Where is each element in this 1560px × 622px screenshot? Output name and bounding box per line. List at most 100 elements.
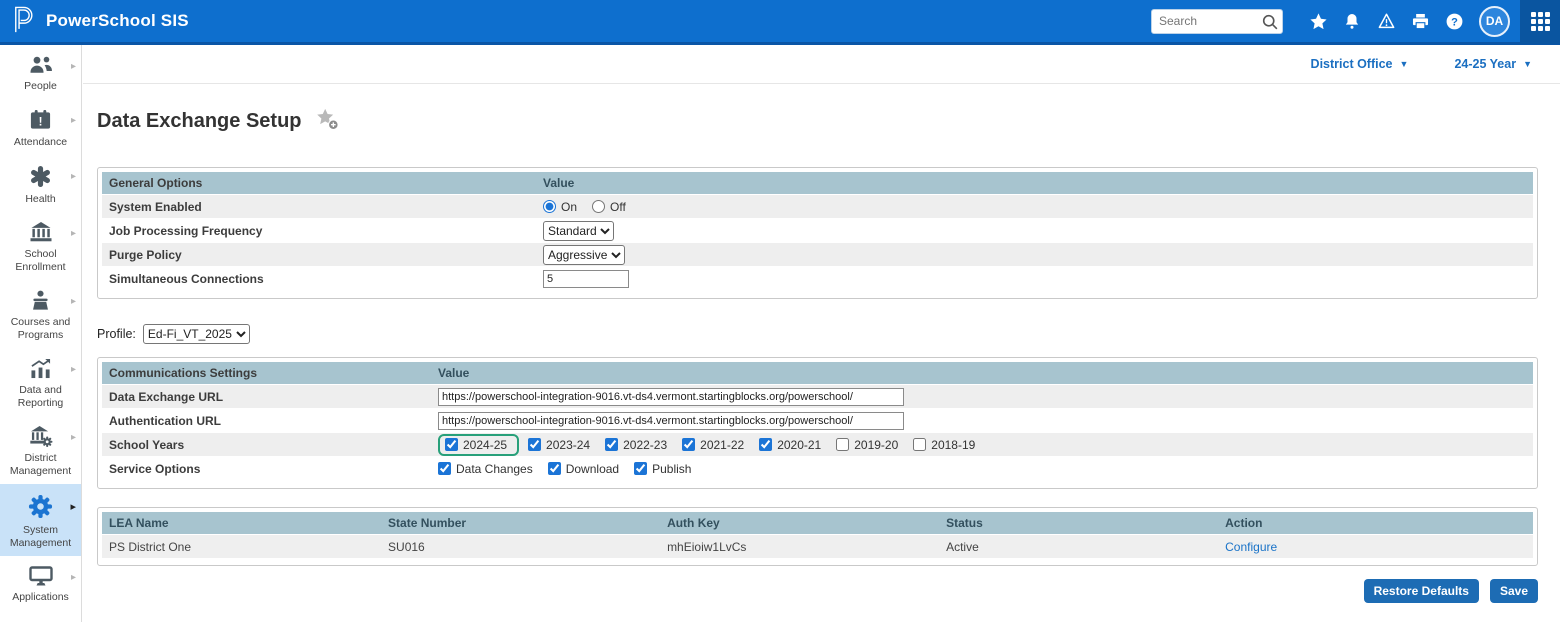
system-enabled-on-radio[interactable] [543,200,556,213]
general-options-table: General Options Value System Enabled On … [97,167,1538,299]
app-switcher-grid-icon[interactable] [1520,0,1560,44]
column-header: General Options [102,176,543,190]
chevron-right-icon: ▸ [71,115,76,126]
print-icon[interactable] [1403,0,1437,42]
favorites-star-icon[interactable] [1301,0,1335,42]
add-to-favorites-star-icon[interactable] [315,107,340,136]
service-option-publish-checkbox[interactable] [634,462,647,475]
table-row-school-years: School Years 2024-25 2023-24 2022-23 202… [102,433,1533,457]
alerts-warning-icon[interactable] [1369,0,1403,42]
column-header: Status [939,516,1218,530]
context-bar: District Office ▼ 24-25 Year ▼ [83,45,1560,84]
lectern-icon [0,290,81,311]
job-processing-frequency-select[interactable]: Standard [543,221,614,241]
table-row-purge-policy: Purge Policy Aggressive [102,243,1533,267]
search-box [1151,9,1283,34]
table-row: PS District One SU016 mhEioiw1LvCs Activ… [102,535,1533,558]
powerschool-logo-icon [10,3,38,40]
main-content: Data Exchange Setup General Options Valu… [83,84,1560,622]
sidebar-item-health[interactable]: Health ▸ [0,155,81,212]
search-icon[interactable] [1261,13,1279,36]
profile-label: Profile: [97,327,136,341]
school-year-2019-20-checkbox[interactable] [836,438,849,451]
svg-text:?: ? [1451,16,1458,28]
sidebar-item-school-enrollment[interactable]: School Enrollment ▸ [0,212,81,280]
column-header: LEA Name [102,516,381,530]
column-header: Value [543,176,1533,190]
communications-settings-table: Communications Settings Value Data Excha… [97,357,1538,489]
school-year-2020-21-checkbox[interactable] [759,438,772,451]
svg-text:!: ! [39,116,43,128]
chevron-right-icon: ▸ [70,500,76,513]
table-row-authentication-url: Authentication URL [102,409,1533,433]
chevron-right-icon: ▸ [71,432,76,443]
table-row-system-enabled: System Enabled On Off [102,195,1533,219]
school-year-2024-25-checkbox[interactable] [445,438,458,451]
health-icon [0,165,81,188]
school-building-icon [0,222,81,243]
configure-link[interactable]: Configure [1225,540,1277,554]
service-option-download-checkbox[interactable] [548,462,561,475]
status-cell: Active [939,540,1218,554]
school-year-option-highlighted: 2024-25 [438,434,519,456]
sidebar-item-courses-and-programs[interactable]: Courses and Programs ▸ [0,280,81,348]
state-number-cell: SU016 [381,540,660,554]
district-building-gear-icon [0,426,81,447]
service-option-data-changes-checkbox[interactable] [438,462,451,475]
brand-title: PowerSchool SIS [46,11,189,31]
top-navbar: PowerSchool SIS ? DA [0,0,1560,45]
simultaneous-connections-input[interactable] [543,270,629,288]
table-row-simultaneous-connections: Simultaneous Connections [102,267,1533,291]
chevron-down-icon: ▼ [1523,59,1532,69]
school-year-2021-22-checkbox[interactable] [682,438,695,451]
table-row-job-processing-frequency: Job Processing Frequency Standard [102,219,1533,243]
chevron-down-icon: ▼ [1400,59,1409,69]
lea-table: LEA Name State Number Auth Key Status Ac… [97,507,1538,566]
chevron-right-icon: ▸ [71,228,76,239]
column-header: Auth Key [660,516,939,530]
chevron-right-icon: ▸ [71,296,76,307]
chevron-right-icon: ▸ [71,572,76,583]
table-row-data-exchange-url: Data Exchange URL [102,385,1533,409]
sidebar-item-people[interactable]: People ▸ [0,45,81,99]
footer-actions: Restore Defaults Save [97,579,1538,603]
table-header-row: Communications Settings Value [102,362,1533,385]
system-enabled-off-radio[interactable] [592,200,605,213]
purge-policy-select[interactable]: Aggressive [543,245,625,265]
column-header: State Number [381,516,660,530]
notifications-bell-icon[interactable] [1335,0,1369,42]
profile-row: Profile: Ed-Fi_VT_2025 [97,324,1538,344]
help-icon[interactable]: ? [1437,0,1471,42]
year-selector[interactable]: 24-25 Year ▼ [1454,57,1532,71]
school-year-2022-23-checkbox[interactable] [605,438,618,451]
restore-defaults-button[interactable]: Restore Defaults [1364,579,1479,603]
lea-name-cell: PS District One [102,540,381,554]
profile-select[interactable]: Ed-Fi_VT_2025 [143,324,250,344]
sidebar-item-district-management[interactable]: District Management ▸ [0,416,81,484]
sidebar-item-attendance[interactable]: ! Attendance ▸ [0,99,81,155]
bar-chart-icon [0,358,81,379]
chevron-right-icon: ▸ [71,171,76,182]
sidebar-item-applications[interactable]: Applications ▸ [0,556,81,610]
column-header: Communications Settings [102,366,438,380]
attendance-icon: ! [0,109,81,131]
school-selector[interactable]: District Office ▼ [1311,57,1409,71]
sidebar-item-system-management[interactable]: System Management ▸ [0,484,81,556]
school-year-2018-19-checkbox[interactable] [913,438,926,451]
data-exchange-url-input[interactable] [438,388,904,406]
page-title: Data Exchange Setup [97,110,302,133]
table-header-row: LEA Name State Number Auth Key Status Ac… [102,512,1533,535]
save-button[interactable]: Save [1490,579,1538,603]
sidebar-item-data-and-reporting[interactable]: Data and Reporting ▸ [0,348,81,416]
column-header: Value [438,366,1533,380]
main-sidebar: People ▸ ! Attendance ▸ Health ▸ School … [0,45,82,622]
column-header: Action [1218,516,1533,530]
user-avatar[interactable]: DA [1479,6,1510,37]
chevron-right-icon: ▸ [71,61,76,72]
brand: PowerSchool SIS [10,3,189,40]
school-year-2023-24-checkbox[interactable] [528,438,541,451]
table-header-row: General Options Value [102,172,1533,195]
authentication-url-input[interactable] [438,412,904,430]
table-row-service-options: Service Options Data Changes Download Pu… [102,457,1533,481]
monitor-icon [0,566,81,586]
